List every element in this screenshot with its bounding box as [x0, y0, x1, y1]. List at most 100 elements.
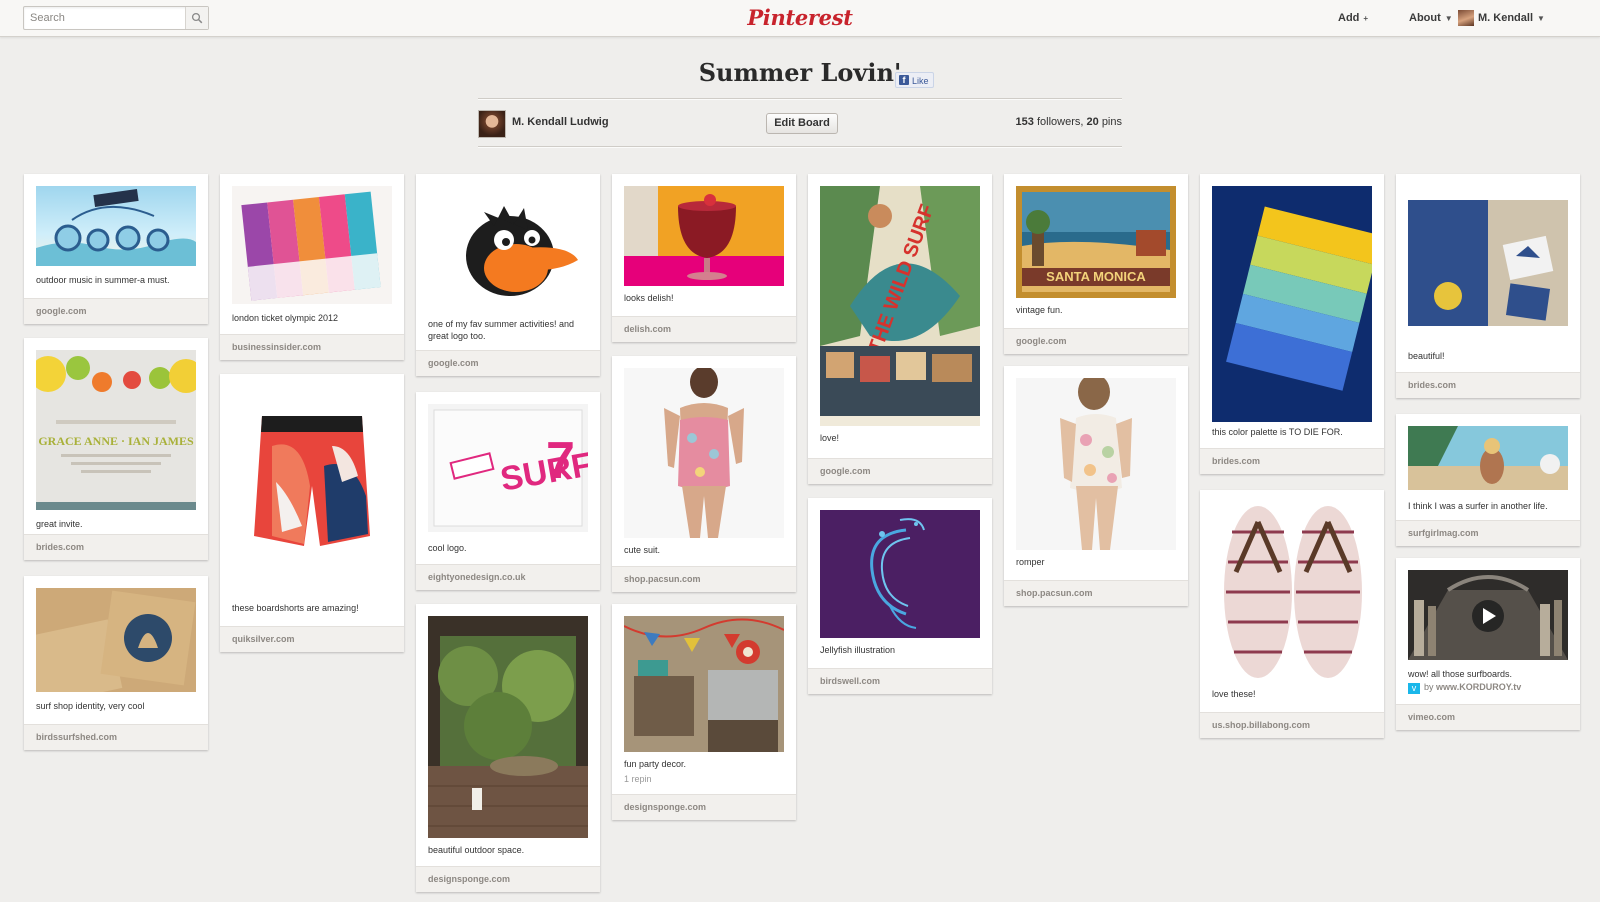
owner-name[interactable]: M. Kendall Ludwig: [512, 116, 609, 128]
pin-source-link[interactable]: designsponge.com: [612, 794, 796, 820]
pin-source-link[interactable]: brides.com: [24, 534, 208, 560]
pin-image[interactable]: GRACE ANNE · IAN JAMES: [36, 350, 196, 510]
pin-description: beautiful outdoor space.: [428, 845, 525, 855]
pin-source-link[interactable]: shop.pacsun.com: [612, 566, 796, 592]
pin-description: Jellyfish illustration: [820, 645, 896, 655]
pin-source-link[interactable]: businessinsider.com: [220, 334, 404, 360]
play-icon[interactable]: [1478, 606, 1498, 626]
pin-source-link[interactable]: google.com: [1004, 328, 1188, 354]
pin-image[interactable]: [624, 186, 784, 286]
pin-card[interactable]: london ticket olympic 2012 businessinsid…: [220, 174, 404, 360]
pin-card[interactable]: this color palette is TO DIE FOR. brides…: [1200, 174, 1384, 474]
pin-card[interactable]: SANTA MONICA vintage fun. google.com: [1004, 174, 1188, 354]
pin-card[interactable]: outdoor music in summer-a must. google.c…: [24, 174, 208, 324]
pin-source-link[interactable]: google.com: [24, 298, 208, 324]
pin-card[interactable]: SURF 7 cool logo. eightyonedesign.co.uk: [416, 392, 600, 590]
nav-user-label: M. Kendall: [1478, 12, 1534, 24]
pin-image[interactable]: [232, 386, 392, 596]
board-stats: 153 followers, 20 pins: [950, 116, 1122, 128]
pin-image[interactable]: [1408, 186, 1568, 326]
pin-image[interactable]: RIDE THE WILD SURF: [820, 186, 980, 426]
svg-text:GRACE ANNE · IAN JAMES: GRACE ANNE · IAN JAMES: [38, 434, 194, 448]
pin-card[interactable]: cute suit. shop.pacsun.com: [612, 356, 796, 592]
pin-source-link[interactable]: designsponge.com: [416, 866, 600, 892]
edit-board-button[interactable]: Edit Board: [766, 113, 838, 134]
search-input[interactable]: [24, 7, 180, 29]
pin-card[interactable]: fun party decor. 1 repin designsponge.co…: [612, 604, 796, 820]
pin-card[interactable]: Jellyfish illustration birdswell.com: [808, 498, 992, 694]
pin-card[interactable]: beautiful! brides.com: [1396, 174, 1580, 398]
pinterest-logo[interactable]: Pinterest: [740, 2, 860, 34]
pin-description: wow! all those surfboards.: [1408, 669, 1513, 679]
nav-about-menu[interactable]: About ▼: [1409, 0, 1453, 36]
via-link[interactable]: www.KORDUROY.tv: [1436, 682, 1521, 692]
pin-card[interactable]: wow! all those surfboards. v by www.KORDU…: [1396, 558, 1580, 730]
via-prefix: by: [1424, 682, 1434, 692]
pin-card[interactable]: surf shop identity, very cool birdssurfs…: [24, 576, 208, 750]
divider: [478, 98, 1122, 100]
pin-card[interactable]: beautiful outdoor space. designsponge.co…: [416, 604, 600, 892]
pin-image[interactable]: [820, 510, 980, 638]
pin-image[interactable]: [36, 186, 196, 266]
nav-about-label: About: [1409, 12, 1441, 24]
pin-card[interactable]: these boardshorts are amazing! quiksilve…: [220, 374, 404, 652]
pin-source-link[interactable]: brides.com: [1200, 448, 1384, 474]
pin-image[interactable]: [428, 616, 588, 838]
top-bar: Pinterest Add+ About▼ M. Kendall▼: [0, 0, 1600, 37]
pin-source-link[interactable]: eightyonedesign.co.uk: [416, 564, 600, 590]
search-box[interactable]: [23, 6, 209, 30]
pin-via[interactable]: v by www.KORDUROY.tv: [1408, 682, 1521, 694]
pin-card[interactable]: romper shop.pacsun.com: [1004, 366, 1188, 606]
search-button[interactable]: [185, 7, 208, 29]
pin-source-link[interactable]: quiksilver.com: [220, 626, 404, 652]
nav-add-menu[interactable]: Add +: [1338, 0, 1368, 36]
pin-image[interactable]: [232, 186, 392, 304]
pin-card[interactable]: love these! us.shop.billabong.com: [1200, 490, 1384, 738]
pin-source-link[interactable]: google.com: [416, 350, 600, 376]
plus-icon: +: [1363, 14, 1369, 23]
followers-label[interactable]: followers,: [1037, 116, 1083, 128]
pin-image[interactable]: [36, 588, 196, 692]
pin-description: romper: [1016, 557, 1045, 567]
pin-description: one of my fav summer activities! and gre…: [428, 319, 575, 341]
pin-card[interactable]: looks delish! delish.com: [612, 174, 796, 342]
pin-description: fun party decor.: [624, 759, 687, 769]
pin-description: love!: [820, 433, 840, 443]
pin-card[interactable]: GRACE ANNE · IAN JAMES great invite. bri…: [24, 338, 208, 560]
pin-card[interactable]: one of my fav summer activities! and gre…: [416, 174, 600, 376]
pin-source-link[interactable]: birdssurfshed.com: [24, 724, 208, 750]
pin-source-link[interactable]: google.com: [808, 458, 992, 484]
pin-image[interactable]: [1212, 186, 1372, 422]
pin-description: cool logo.: [428, 543, 467, 553]
pin-card[interactable]: RIDE THE WILD SURF love! google.com: [808, 174, 992, 484]
nav-add-label: Add: [1338, 12, 1360, 24]
pin-image[interactable]: SANTA MONICA: [1016, 186, 1176, 298]
pin-source-link[interactable]: us.shop.billabong.com: [1200, 712, 1384, 738]
repin-count[interactable]: 1 repin: [624, 774, 652, 784]
pin-image[interactable]: [428, 186, 588, 310]
pin-source-link[interactable]: vimeo.com: [1396, 704, 1580, 730]
pin-image[interactable]: [1408, 426, 1568, 490]
pin-image[interactable]: [624, 616, 784, 752]
search-icon: [191, 12, 203, 24]
pin-description: I think I was a surfer in another life.: [1408, 501, 1548, 511]
pin-image[interactable]: [1016, 378, 1176, 550]
followers-count: 153: [1015, 116, 1034, 128]
pin-image[interactable]: [1212, 502, 1372, 682]
svg-text:7: 7: [546, 432, 575, 490]
vimeo-icon: v: [1408, 683, 1420, 694]
facebook-like-button[interactable]: f Like: [895, 72, 934, 88]
pin-card[interactable]: I think I was a surfer in another life. …: [1396, 414, 1580, 546]
pin-description: outdoor music in summer-a must.: [36, 275, 170, 285]
pin-image[interactable]: [1408, 570, 1568, 660]
nav-user-menu[interactable]: M. Kendall ▼: [1458, 0, 1545, 36]
pin-source-link[interactable]: brides.com: [1396, 372, 1580, 398]
pin-source-link[interactable]: shop.pacsun.com: [1004, 580, 1188, 606]
pin-image[interactable]: [624, 368, 784, 538]
pin-description: surf shop identity, very cool: [36, 701, 145, 711]
pin-image[interactable]: SURF 7: [428, 404, 588, 532]
owner-avatar[interactable]: [478, 110, 506, 138]
pin-source-link[interactable]: surfgirlmag.com: [1396, 520, 1580, 546]
pin-source-link[interactable]: delish.com: [612, 316, 796, 342]
pin-source-link[interactable]: birdswell.com: [808, 668, 992, 694]
